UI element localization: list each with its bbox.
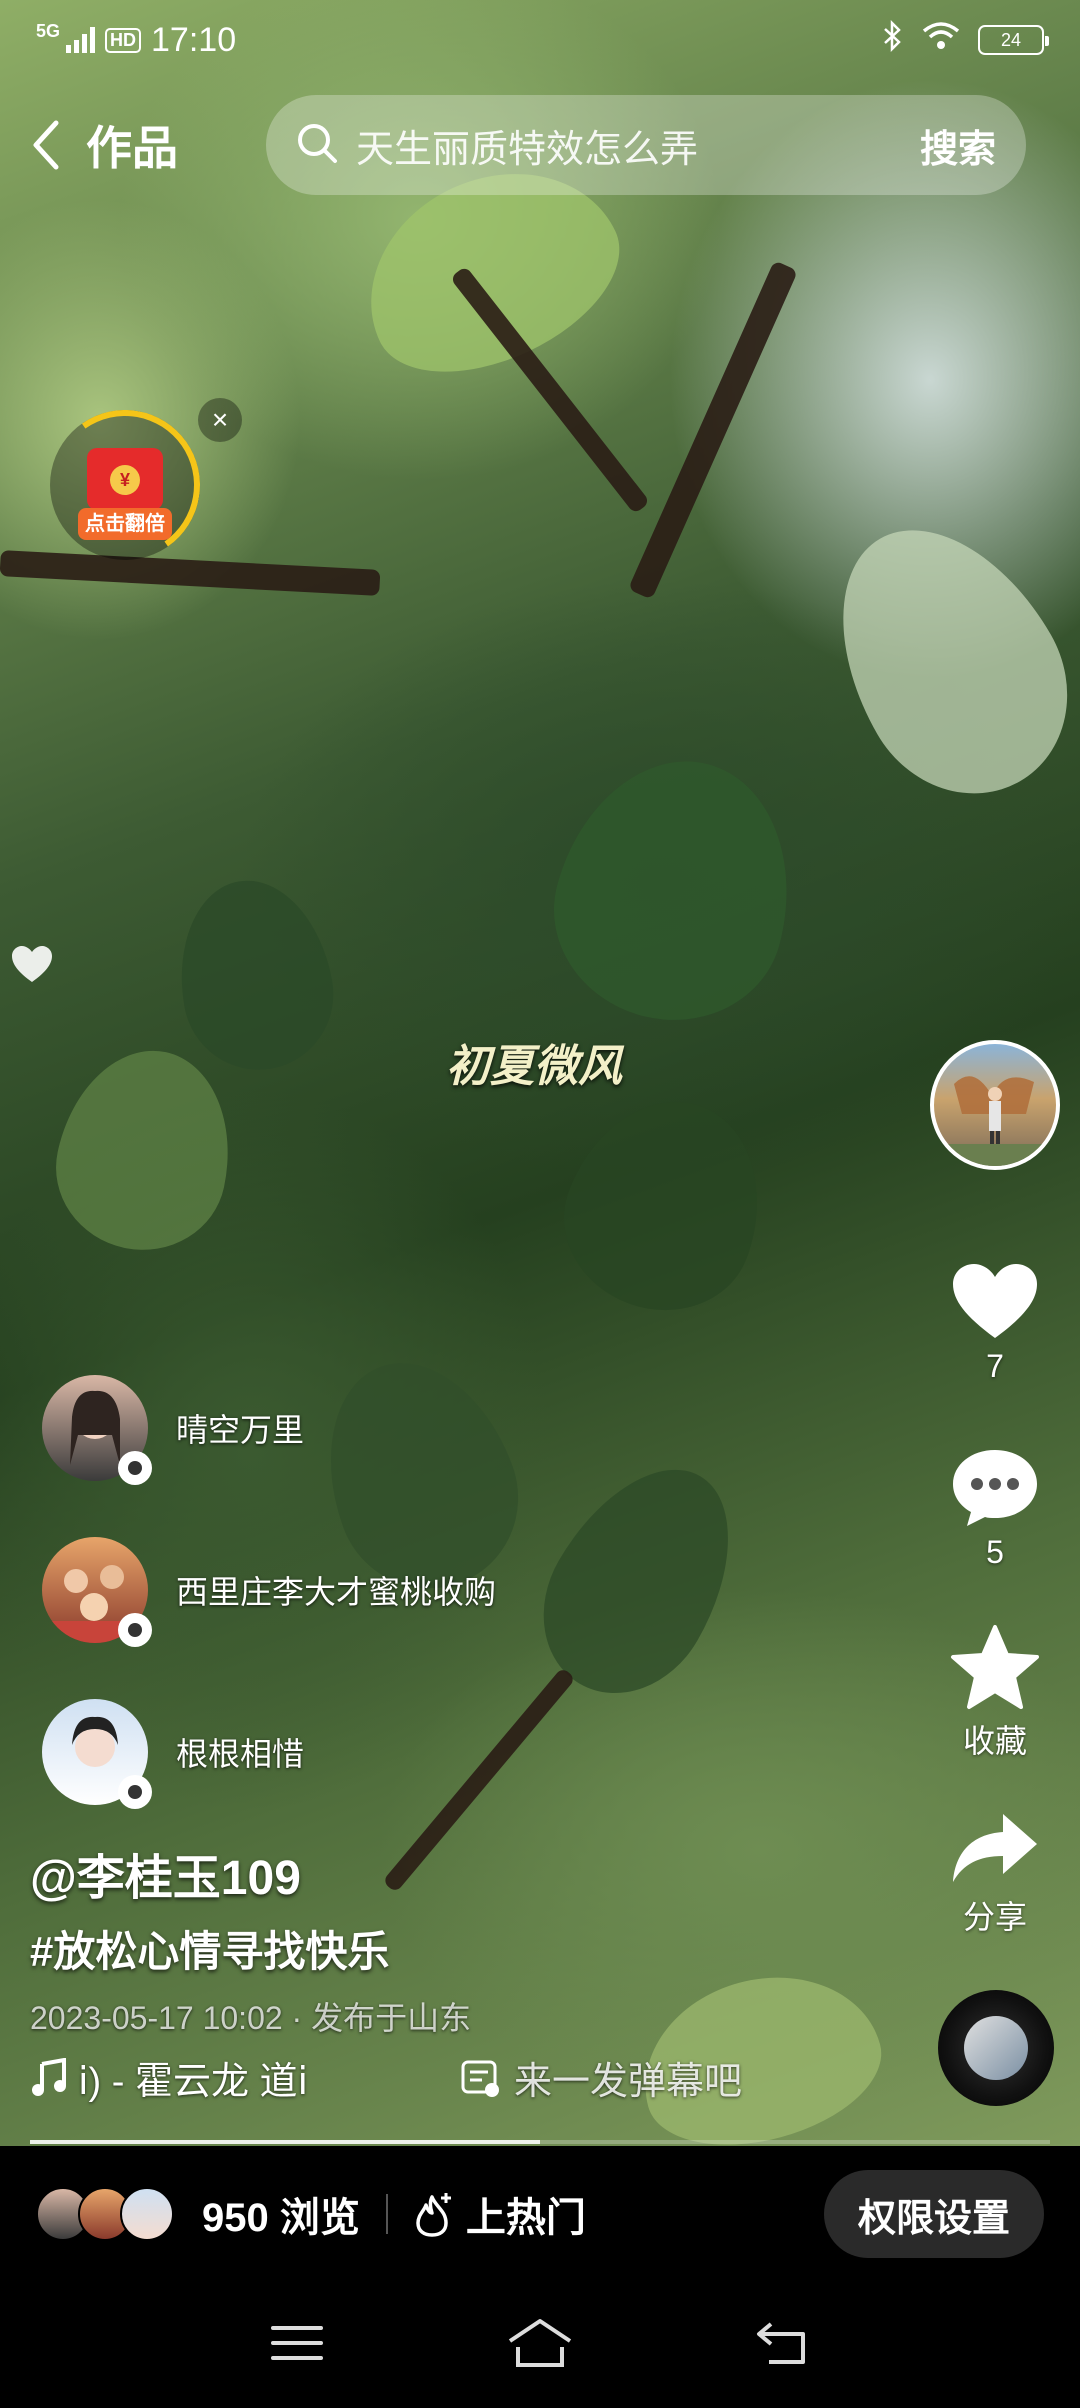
top-nav: 作品 天生丽质特效怎么弄 搜索 xyxy=(0,95,1080,195)
viewer-item[interactable]: 西里庄李大才蜜桃收购 xyxy=(42,1537,497,1647)
view-count[interactable]: 950 浏览 xyxy=(202,2185,360,2243)
author-avatar[interactable] xyxy=(930,1040,1060,1170)
wifi-icon xyxy=(922,21,960,60)
home-icon[interactable] xyxy=(504,2317,576,2374)
back-nav-icon[interactable] xyxy=(755,2320,811,2371)
favorite-label: 收藏 xyxy=(962,1723,1027,1759)
star-icon xyxy=(951,1625,1039,1709)
search-input[interactable]: 天生丽质特效怎么弄 xyxy=(356,118,698,173)
viewer-avatars[interactable] xyxy=(36,2187,174,2241)
heart-icon xyxy=(953,1264,1037,1338)
hd-badge: HD xyxy=(105,27,142,53)
network-type: 5G xyxy=(36,20,61,41)
clock: 17:10 xyxy=(151,20,237,59)
video-screen: 5G HD 17:10 24 作品 天生丽质特效怎么弄 搜索 ¥ 点击翻倍 × … xyxy=(0,0,1080,2408)
bluetooth-icon xyxy=(882,19,904,61)
share-icon xyxy=(953,1814,1037,1882)
music-disc[interactable] xyxy=(938,1990,1054,2106)
music-cover xyxy=(964,2016,1028,2080)
music-info[interactable]: ⅰ) - 霍云龙 道ⅰ xyxy=(30,2050,308,2105)
avatar xyxy=(120,2187,174,2241)
permission-settings-button[interactable]: 权限设置 xyxy=(823,2170,1044,2258)
promote-button[interactable]: 上热门 xyxy=(414,2185,586,2243)
search-button[interactable]: 搜索 xyxy=(920,118,996,173)
hashtag-link[interactable]: #放松心情寻找快乐 xyxy=(30,1918,389,1979)
back-button[interactable]: 作品 xyxy=(30,112,178,178)
favorite-button[interactable]: 收藏 xyxy=(940,1624,1050,1762)
comment-icon xyxy=(953,1450,1037,1526)
bottom-bar: 950 浏览 上热门 权限设置 xyxy=(0,2146,1080,2282)
menu-icon[interactable] xyxy=(269,2322,325,2369)
author-name[interactable]: @李桂玉109 xyxy=(30,1838,301,1908)
music-note-icon xyxy=(32,2057,66,2096)
chevron-left-icon xyxy=(30,115,74,175)
heart-outline-icon xyxy=(10,944,54,984)
video-progress-bar[interactable] xyxy=(30,2140,1050,2144)
red-packet-widget[interactable]: ¥ 点击翻倍 xyxy=(38,398,212,572)
video-progress-fill xyxy=(30,2140,540,2144)
signal-icon xyxy=(66,27,96,53)
share-button[interactable]: 分享 xyxy=(940,1810,1050,1938)
eye-icon xyxy=(118,1613,152,1647)
like-count: 7 xyxy=(986,1348,1004,1384)
post-meta: 2023-05-17 10:02 · 发布于山东 xyxy=(30,2000,472,2036)
search-bar[interactable]: 天生丽质特效怎么弄 搜索 xyxy=(266,95,1026,195)
battery-icon: 24 xyxy=(978,25,1049,55)
page-title: 作品 xyxy=(86,122,178,174)
danmu-input[interactable]: 来一发弹幕吧 xyxy=(460,2050,742,2105)
danmu-placeholder: 来一发弹幕吧 xyxy=(514,2061,743,2103)
share-label: 分享 xyxy=(962,1899,1027,1935)
viewer-name: 西里庄李大才蜜桃收购 xyxy=(176,1574,497,1610)
music-title: ⅰ) - 霍云龙 道ⅰ xyxy=(78,2061,309,2103)
comment-count: 5 xyxy=(986,1534,1004,1570)
divider xyxy=(385,2194,388,2234)
viewer-name: 晴空万里 xyxy=(176,1412,305,1448)
eye-icon xyxy=(118,1775,152,1809)
video-caption: 初夏微风 xyxy=(446,1042,622,1091)
viewer-item[interactable]: 晴空万里 xyxy=(42,1375,305,1485)
danmu-icon xyxy=(461,2060,499,2097)
system-nav-bar xyxy=(0,2282,1080,2408)
viewer-name: 根根相惜 xyxy=(176,1736,305,1772)
promote-label: 上热门 xyxy=(465,2196,586,2240)
flame-plus-icon xyxy=(416,2193,451,2237)
coin-icon: ¥ xyxy=(110,465,140,495)
close-icon[interactable]: × xyxy=(198,398,242,442)
viewer-item[interactable]: 根根相惜 xyxy=(42,1699,305,1809)
eye-icon xyxy=(118,1451,152,1485)
like-button[interactable]: 7 xyxy=(940,1260,1050,1385)
search-icon xyxy=(296,122,338,169)
status-bar: 5G HD 17:10 24 xyxy=(0,0,1080,80)
red-packet-label: 点击翻倍 xyxy=(78,508,172,540)
comment-button[interactable]: 5 xyxy=(940,1446,1050,1571)
